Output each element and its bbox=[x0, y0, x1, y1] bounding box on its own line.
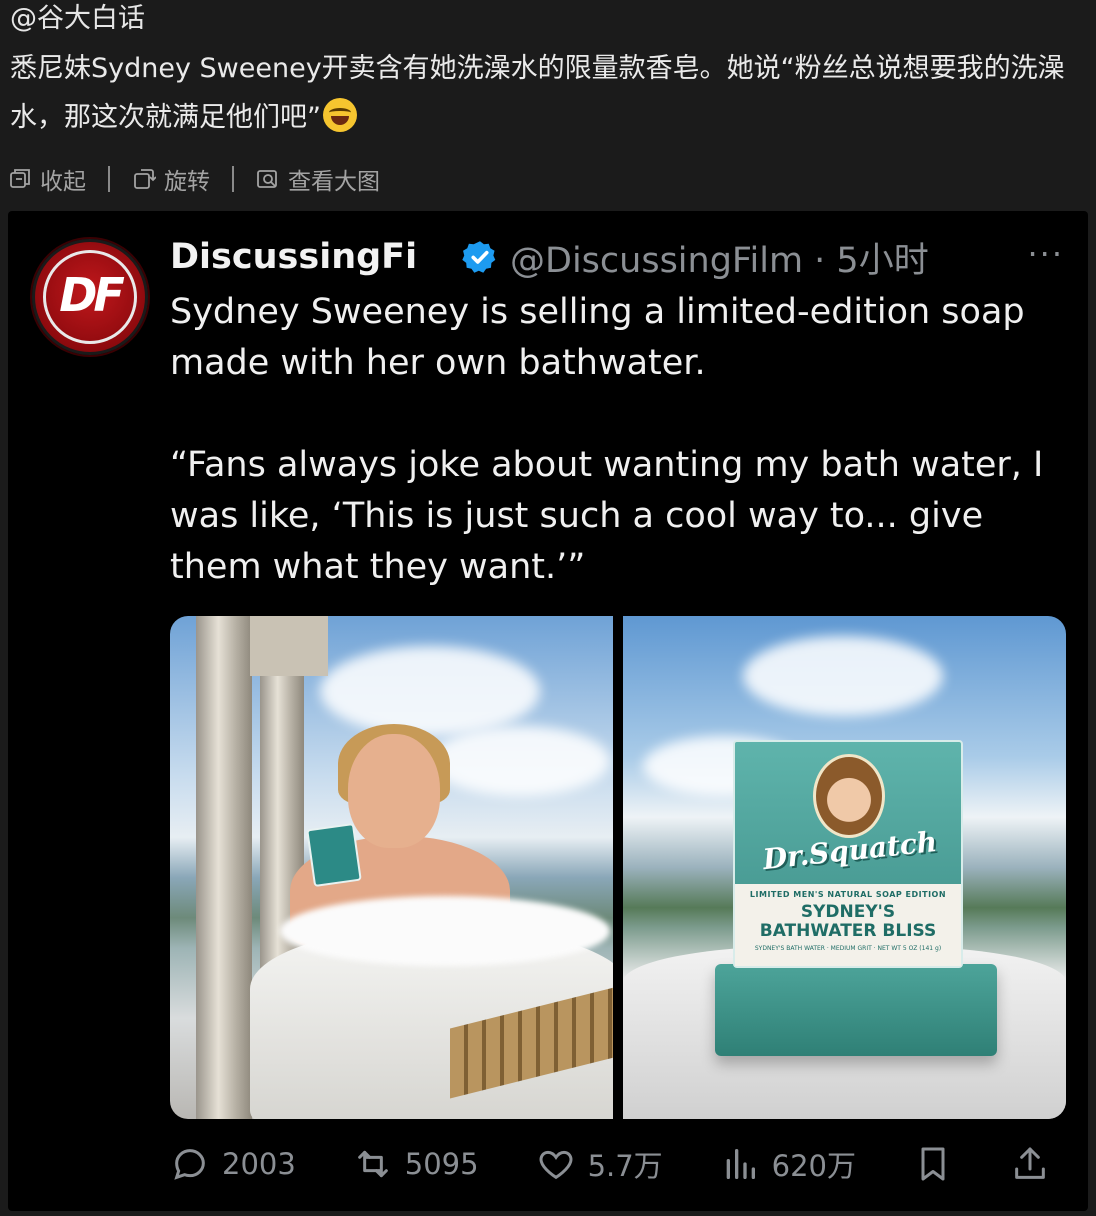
label-title-line1: SYDNEY'S bbox=[800, 902, 896, 922]
rotate-icon bbox=[134, 169, 156, 189]
weibo-post: @谷大白话 悉尼妹Sydney Sweeney开卖含有她洗澡水的限量款香皂。她说… bbox=[0, 0, 1096, 1216]
soap-bar bbox=[715, 964, 997, 1056]
bookmark-button[interactable] bbox=[913, 1144, 953, 1184]
column-left bbox=[196, 616, 252, 1119]
rotate-button[interactable]: 旋转 bbox=[132, 162, 210, 196]
action-divider bbox=[232, 166, 234, 192]
share-button[interactable] bbox=[1010, 1144, 1050, 1184]
tweet-media[interactable]: Dr.Squatch LIMITED MEN'S NATURAL SOAP ED… bbox=[170, 616, 1066, 1119]
tweet-text: Sydney Sweeney is selling a limited-edit… bbox=[170, 292, 1044, 587]
cloud-shape bbox=[430, 726, 610, 796]
reply-count: 2003 bbox=[222, 1147, 296, 1181]
soap-box: Dr.Squatch LIMITED MEN'S NATURAL SOAP ED… bbox=[733, 740, 963, 968]
like-count: 5.7万 bbox=[587, 1149, 663, 1183]
soap-product-photo[interactable]: Dr.Squatch LIMITED MEN'S NATURAL SOAP ED… bbox=[623, 616, 1066, 1119]
view-large-icon bbox=[257, 170, 277, 188]
label-title-line2: BATHWATER BLISS bbox=[759, 921, 937, 941]
bath-foam bbox=[280, 896, 610, 966]
label-top-line: LIMITED MEN'S NATURAL SOAP EDITION bbox=[749, 890, 947, 899]
label-foot-line: SYDNEY'S BATH WATER · MEDIUM GRIT · NET … bbox=[754, 945, 942, 952]
cloud-shape bbox=[320, 646, 540, 736]
more-options-icon[interactable]: ··· bbox=[1027, 235, 1064, 273]
heart-icon bbox=[539, 1150, 573, 1180]
tweet-avatar[interactable]: DF bbox=[32, 239, 148, 355]
image-actions: 收起 旋转 查看大图 bbox=[8, 162, 380, 196]
action-divider bbox=[108, 166, 110, 192]
view-large-label: 查看大图 bbox=[288, 169, 380, 195]
rotate-label: 旋转 bbox=[164, 169, 210, 195]
bookmark-icon bbox=[921, 1147, 945, 1181]
avatar-logo: DF bbox=[59, 268, 125, 322]
bather-face bbox=[348, 734, 440, 848]
held-soap-box bbox=[306, 822, 362, 888]
reply-button[interactable]: 2003 bbox=[170, 1144, 296, 1184]
soap-label: LIMITED MEN'S NATURAL SOAP EDITION SYDNE… bbox=[735, 884, 961, 966]
collapse-label: 收起 bbox=[40, 169, 86, 195]
bathtub-photo[interactable] bbox=[170, 616, 613, 1119]
views-chart-icon bbox=[726, 1149, 755, 1179]
collapse-icon bbox=[10, 169, 30, 188]
views-count: 620万 bbox=[771, 1149, 857, 1183]
retweet-button[interactable]: 5095 bbox=[353, 1144, 479, 1184]
tweet-handle-time[interactable]: @DiscussingFilm · 5小时 bbox=[510, 232, 929, 283]
post-text: 悉尼妹Sydney Sweeney开卖含有她洗澡水的限量款香皂。她说“粉丝总说想… bbox=[10, 44, 1086, 142]
share-icon bbox=[1015, 1147, 1045, 1179]
embedded-tweet[interactable]: DF DiscussingFi @DiscussingFilm · 5小时 ··… bbox=[8, 211, 1088, 1211]
column-capital bbox=[250, 616, 328, 676]
portrait-illustration bbox=[813, 754, 885, 838]
tweet-header: DiscussingFi @DiscussingFilm · 5小时 bbox=[170, 233, 929, 281]
author-name[interactable]: @谷大白话 bbox=[10, 2, 145, 36]
verified-badge-icon bbox=[462, 241, 496, 273]
tweet-engagement-bar: 2003 5095 5.7万 620万 bbox=[170, 1141, 1050, 1187]
grinning-tears-emoji-icon bbox=[323, 98, 357, 132]
collapse-button[interactable]: 收起 bbox=[8, 162, 86, 196]
retweet-icon bbox=[357, 1150, 388, 1178]
views-button[interactable]: 620万 bbox=[720, 1143, 856, 1185]
like-button[interactable]: 5.7万 bbox=[536, 1143, 663, 1185]
tweet-display-name[interactable]: DiscussingFi bbox=[170, 237, 420, 277]
post-text-body: 悉尼妹Sydney Sweeney开卖含有她洗澡水的限量款香皂。她说“粉丝总说想… bbox=[10, 53, 1065, 133]
view-large-button[interactable]: 查看大图 bbox=[256, 162, 380, 196]
reply-icon bbox=[174, 1149, 205, 1180]
cloud-shape bbox=[743, 636, 943, 716]
retweet-count: 5095 bbox=[404, 1147, 479, 1181]
